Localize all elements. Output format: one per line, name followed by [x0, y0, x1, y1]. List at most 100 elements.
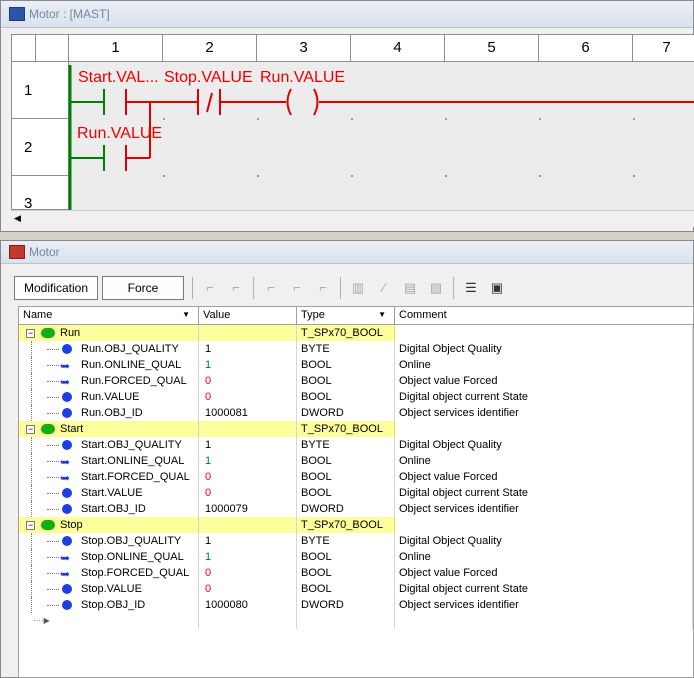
value-cell[interactable]: 0 — [199, 373, 297, 389]
comment-cell[interactable]: Object value Forced — [395, 565, 693, 581]
force-falling-icon[interactable]: ⌐ — [287, 278, 307, 298]
unforce-icon[interactable]: ⌐ — [313, 278, 333, 298]
columns-icon[interactable]: ▥ — [348, 278, 368, 298]
table-row[interactable]: ➥ Start.FORCED_QUAL 0 BOOL Object value Forc… — [19, 469, 693, 485]
header-comment[interactable]: Comment — [395, 307, 693, 324]
name-cell[interactable]: Start.OBJ_ID — [19, 501, 199, 517]
table-row[interactable]: ➥ Run.FORCED_QUAL 0 BOOL Object value Forced — [19, 373, 693, 389]
value-cell[interactable]: 0 — [199, 485, 297, 501]
set-falling-icon[interactable]: ⌐ — [226, 278, 246, 298]
value-cell[interactable]: 1 — [199, 453, 297, 469]
name-cell[interactable]: ➥ Stop.ONLINE_QUAL — [19, 549, 199, 565]
name-cell[interactable]: ➥ Start.ONLINE_QUAL — [19, 453, 199, 469]
name-cell[interactable]: Stop.VALUE — [19, 581, 199, 597]
value-cell[interactable]: 1 — [199, 437, 297, 453]
set-rising-icon[interactable]: ⌐ — [200, 278, 220, 298]
value-cell[interactable]: 1000079 — [199, 501, 297, 517]
comment-cell[interactable]: Object services identifier — [395, 597, 693, 613]
value-cell[interactable]: 1 — [199, 357, 297, 373]
group-comment-cell[interactable] — [395, 517, 693, 533]
value-cell[interactable]: 0 — [199, 389, 297, 405]
name-cell[interactable]: ➥ Run.FORCED_QUAL — [19, 373, 199, 389]
comment-cell[interactable]: Object value Forced — [395, 469, 693, 485]
comment-cell[interactable]: Object value Forced — [395, 373, 693, 389]
table-row[interactable]: Stop.VALUE 0 BOOL Digital object current St… — [19, 581, 693, 597]
new-row[interactable]: ····▶ — [19, 613, 693, 629]
group-comment-cell[interactable] — [395, 421, 693, 437]
group-row[interactable]: − Start T_SPx70_BOOL — [19, 421, 693, 437]
comment-cell[interactable]: Object services identifier — [395, 405, 693, 421]
name-cell[interactable]: Run.OBJ_ID — [19, 405, 199, 421]
force-rising-icon[interactable]: ⌐ — [261, 278, 281, 298]
table-row[interactable]: ➥ Start.ONLINE_QUAL 1 BOOL Online — [19, 453, 693, 469]
header-value[interactable]: Value — [199, 307, 297, 324]
name-cell[interactable]: ➥ Run.ONLINE_QUAL — [19, 357, 199, 373]
group-name-cell[interactable]: − Stop — [19, 517, 199, 533]
run-seal-label[interactable]: Run.VALUE — [77, 125, 162, 143]
name-cell[interactable]: Run.OBJ_QUALITY — [19, 341, 199, 357]
table-row[interactable]: ➥ Stop.FORCED_QUAL 0 BOOL Object value Force… — [19, 565, 693, 581]
value-cell[interactable]: 1000080 — [199, 597, 297, 613]
group-name-cell[interactable]: − Run — [19, 325, 199, 341]
unforce-list-icon[interactable]: ▧ — [426, 278, 446, 298]
table-row[interactable]: Start.VALUE 0 BOOL Digital object current S… — [19, 485, 693, 501]
value-cell[interactable]: 0 — [199, 565, 297, 581]
value-cell[interactable]: 1 — [199, 549, 297, 565]
horizontal-scrollbar[interactable]: ◀ — [11, 210, 694, 227]
force-button[interactable]: Force — [102, 276, 184, 300]
table-row[interactable]: Run.OBJ_ID 1000081 DWORD Object services id… — [19, 405, 693, 421]
start-contact-label[interactable]: Start.VAL... — [78, 69, 159, 87]
force-list-icon[interactable]: ▤ — [400, 278, 420, 298]
table-row[interactable]: Start.OBJ_ID 1000079 DWORD Object services … — [19, 501, 693, 517]
display-format-icon[interactable]: ☰ — [461, 278, 481, 298]
group-name-cell[interactable]: − Start — [19, 421, 199, 437]
table-row[interactable]: Start.OBJ_QUALITY 1 BYTE Digital Object Qua… — [19, 437, 693, 453]
value-cell[interactable]: 0 — [199, 581, 297, 597]
value-cell[interactable]: 0 — [199, 469, 297, 485]
comment-cell[interactable]: Digital Object Quality — [395, 533, 693, 549]
stop-contact-label[interactable]: Stop.VALUE — [164, 69, 253, 87]
table-row[interactable]: Stop.OBJ_QUALITY 1 BYTE Digital Object Qual… — [19, 533, 693, 549]
header-name[interactable]: Name ▼ — [19, 307, 199, 324]
name-cell[interactable]: Stop.OBJ_ID — [19, 597, 199, 613]
type-dropdown-icon[interactable]: ▼ — [378, 307, 386, 323]
comment-cell[interactable]: Object services identifier — [395, 501, 693, 517]
sort-dropdown-icon[interactable]: ▼ — [182, 307, 190, 323]
comment-cell[interactable]: Digital object current State — [395, 581, 693, 597]
comment-cell[interactable]: Digital Object Quality — [395, 437, 693, 453]
edit-value-icon[interactable]: ⁄ — [374, 278, 394, 298]
table-row[interactable]: Run.VALUE 0 BOOL Digital object current Sta… — [19, 389, 693, 405]
scroll-left-icon[interactable]: ◀ — [14, 213, 21, 224]
name-cell[interactable]: Start.VALUE — [19, 485, 199, 501]
comment-cell[interactable]: Online — [395, 357, 693, 373]
run-coil-label[interactable]: Run.VALUE — [260, 69, 345, 87]
group-value-cell[interactable] — [199, 421, 297, 437]
comment-cell[interactable]: Digital object current State — [395, 389, 693, 405]
header-type[interactable]: Type ▼ — [297, 307, 395, 324]
name-cell[interactable]: ➥ Start.FORCED_QUAL — [19, 469, 199, 485]
collapse-icon[interactable]: − — [26, 329, 35, 338]
group-row[interactable]: − Stop T_SPx70_BOOL — [19, 517, 693, 533]
table-row[interactable]: ➥ Stop.ONLINE_QUAL 1 BOOL Online — [19, 549, 693, 565]
modification-button[interactable]: Modification — [14, 276, 98, 300]
comment-cell[interactable]: Online — [395, 453, 693, 469]
value-cell[interactable]: 1 — [199, 533, 297, 549]
value-cell[interactable]: 1 — [199, 341, 297, 357]
name-cell[interactable]: Stop.OBJ_QUALITY — [19, 533, 199, 549]
comment-cell[interactable]: Digital object current State — [395, 485, 693, 501]
table-row[interactable]: ➥ Run.ONLINE_QUAL 1 BOOL Online — [19, 357, 693, 373]
collapse-icon[interactable]: − — [26, 521, 35, 530]
group-value-cell[interactable] — [199, 325, 297, 341]
value-cell[interactable]: 1000081 — [199, 405, 297, 421]
name-cell[interactable]: ➥ Stop.FORCED_QUAL — [19, 565, 199, 581]
new-row-name-cell[interactable]: ····▶ — [19, 613, 199, 629]
group-value-cell[interactable] — [199, 517, 297, 533]
collapse-icon[interactable]: − — [26, 425, 35, 434]
comment-cell[interactable]: Online — [395, 549, 693, 565]
name-cell[interactable]: Run.VALUE — [19, 389, 199, 405]
table-row[interactable]: Stop.OBJ_ID 1000080 DWORD Object services i… — [19, 597, 693, 613]
realtime-icon[interactable]: ▣ — [487, 278, 507, 298]
comment-cell[interactable]: Digital Object Quality — [395, 341, 693, 357]
group-comment-cell[interactable] — [395, 325, 693, 341]
name-cell[interactable]: Start.OBJ_QUALITY — [19, 437, 199, 453]
